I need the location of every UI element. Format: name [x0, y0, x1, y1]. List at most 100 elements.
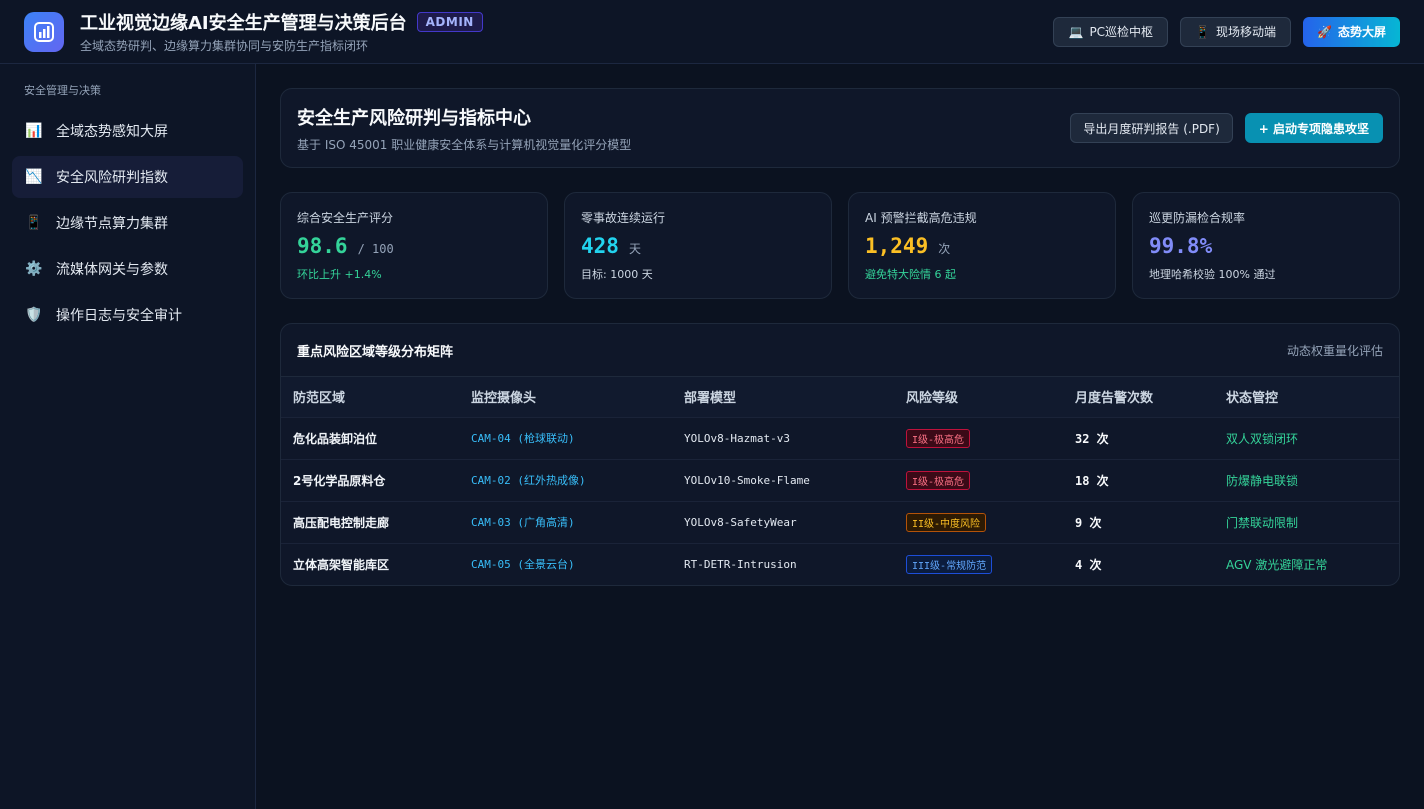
bar-chart-icon: [34, 21, 54, 42]
sidebar-item-label: 边缘节点算力集群: [56, 216, 168, 232]
risk-matrix-panel: 重点风险区域等级分布矩阵 动态权重量化评估 防范区域 监控摄像头 部署模型 风险…: [280, 323, 1400, 586]
kpi-unit: 次: [938, 242, 951, 256]
zone-cell: 2号化学品原料仓: [281, 458, 459, 501]
device-icon: 📱: [25, 215, 43, 231]
bar-chart-icon: 📊: [25, 123, 43, 139]
kpi-value: 98.6: [297, 234, 348, 258]
kpi-value: 428: [581, 234, 619, 258]
camera-cell[interactable]: CAM-04 (枪球联动): [459, 416, 672, 459]
kpi-unit: / 100: [357, 242, 394, 256]
risk-cell: I级-极高危: [894, 416, 1063, 459]
kpi-card-patrol-compliance: 巡更防漏检合规率 99.8% 地理哈希校验 100% 通过: [1132, 192, 1400, 299]
control-status-cell: AGV 激光避障正常: [1214, 542, 1399, 585]
sidebar-item-edge-cluster[interactable]: 📱 边缘节点算力集群: [12, 202, 243, 244]
zone-cell: 立体高架智能库区: [281, 542, 459, 585]
kpi-label: AI 预警拦截高危违规: [865, 211, 977, 225]
laptop-icon: 💻: [1068, 24, 1084, 39]
control-status-cell: 防爆静电联锁: [1214, 458, 1399, 501]
table-row[interactable]: 立体高架智能库区 CAM-05 (全景云台) RT-DETR-Intrusion II…: [281, 542, 1399, 585]
pc-patrol-button[interactable]: 💻 PC巡检中枢: [1053, 16, 1169, 47]
kpi-value: 99.8%: [1149, 234, 1213, 258]
app-title: 工业视觉边缘AI安全生产管理与决策后台: [80, 13, 407, 34]
app-logo: [24, 11, 64, 52]
model-cell: YOLOv8-Hazmat-v3: [672, 416, 894, 459]
kpi-row: 综合安全生产评分 98.6 / 100 环比上升 +1.4% 零事故连续运行 4…: [280, 192, 1400, 299]
kpi-note: 目标: 1000 天: [581, 268, 653, 281]
sidebar-item-stream-gateway[interactable]: ⚙️ 流媒体网关与参数: [12, 248, 243, 290]
kpi-unit: 天: [628, 242, 641, 256]
kpi-card-zero-accident: 零事故连续运行 428 天 目标: 1000 天: [564, 192, 832, 299]
alert-count-cell: 32 次: [1063, 416, 1214, 459]
matrix-title: 重点风险区域等级分布矩阵: [297, 344, 454, 360]
control-status-cell: 门禁联动限制: [1214, 500, 1399, 543]
sidebar-item-audit-log[interactable]: 🛡️ 操作日志与安全审计: [12, 294, 243, 336]
pc-patrol-label: PC巡检中枢: [1089, 25, 1154, 39]
sidebar-item-situation-screen[interactable]: 📊 全域态势感知大屏: [12, 110, 243, 152]
kpi-value: 1,249: [865, 234, 929, 258]
sidebar-item-risk-index[interactable]: 📉 安全风险研判指数: [12, 156, 243, 198]
matrix-tag: 动态权重量化评估: [1286, 343, 1383, 358]
alert-count-cell: 4 次: [1063, 542, 1214, 585]
risk-badge: II级-中度风险: [906, 512, 987, 532]
kpi-note: 避免特大险情 6 起: [865, 268, 956, 281]
zone-cell: 危化品装卸泊位: [281, 416, 459, 459]
big-screen-button[interactable]: 🚀 态势大屏: [1303, 16, 1400, 47]
trend-down-icon: 📉: [25, 169, 43, 185]
zone-cell: 高压配电控制走廊: [281, 500, 459, 543]
table-row[interactable]: 2号化学品原料仓 CAM-02 (红外热成像) YOLOv10-Smoke-Flam…: [281, 458, 1399, 501]
column-header: 防范区域: [281, 377, 459, 417]
column-header: 月度告警次数: [1063, 377, 1214, 417]
camera-cell[interactable]: CAM-05 (全景云台): [459, 542, 672, 585]
table-row[interactable]: 高压配电控制走廊 CAM-03 (广角高清) YOLOv8-SafetyWear II…: [281, 500, 1399, 543]
mobile-icon: 📱: [1195, 24, 1211, 39]
kpi-card-ai-intercept: AI 预警拦截高危违规 1,249 次 避免特大险情 6 起: [848, 192, 1116, 299]
risk-cell: I级-极高危: [894, 458, 1063, 501]
column-header: 部署模型: [672, 377, 894, 417]
alert-count-cell: 18 次: [1063, 458, 1214, 501]
risk-badge: III级-常规防范: [906, 554, 993, 574]
column-header: 状态管控: [1214, 377, 1399, 417]
risk-badge: I级-极高危: [906, 470, 971, 490]
kpi-label: 综合安全生产评分: [297, 211, 394, 225]
alert-count-cell: 9 次: [1063, 500, 1214, 543]
risk-cell: II级-中度风险: [894, 500, 1063, 543]
model-cell: YOLOv8-SafetyWear: [672, 500, 894, 543]
launch-campaign-button[interactable]: + 启动专项隐患攻坚: [1244, 113, 1383, 143]
kpi-label: 零事故连续运行: [581, 211, 666, 225]
risk-badge: I级-极高危: [906, 428, 971, 448]
panel-header: 安全生产风险研判与指标中心 基于 ISO 45001 职业健康安全体系与计算机视…: [280, 88, 1400, 168]
admin-badge: ADMIN: [416, 12, 483, 32]
rocket-icon: 🚀: [1317, 24, 1332, 39]
mobile-site-button[interactable]: 📱 现场移动端: [1180, 16, 1292, 47]
kpi-card-safety-score: 综合安全生产评分 98.6 / 100 环比上升 +1.4%: [280, 192, 548, 299]
shield-icon: 🛡️: [25, 307, 43, 323]
sidebar-item-label: 操作日志与安全审计: [56, 308, 182, 324]
app-subtitle: 全域态势研判、边缘算力集群协同与安防生产指标闭环: [80, 39, 369, 53]
kpi-note: 地理哈希校验 100% 通过: [1149, 268, 1276, 281]
sidebar-section-title: 安全管理与决策: [24, 84, 101, 97]
sidebar-item-label: 流媒体网关与参数: [56, 262, 168, 278]
gear-icon: ⚙️: [25, 261, 43, 277]
risk-matrix-table: 防范区域 监控摄像头 部署模型 风险等级 月度告警次数 状态管控 危化品装卸泊位…: [281, 377, 1399, 585]
page-subtitle: 基于 ISO 45001 职业健康安全体系与计算机视觉量化评分模型: [297, 137, 632, 152]
model-cell: YOLOv10-Smoke-Flame: [672, 458, 894, 501]
camera-cell[interactable]: CAM-02 (红外热成像): [459, 458, 672, 501]
kpi-note: 环比上升 +1.4%: [297, 268, 382, 281]
risk-cell: III级-常规防范: [894, 542, 1063, 585]
model-cell: RT-DETR-Intrusion: [672, 542, 894, 585]
app-header: 工业视觉边缘AI安全生产管理与决策后台 ADMIN 全域态势研判、边缘算力集群协…: [0, 0, 1424, 64]
table-row[interactable]: 危化品装卸泊位 CAM-04 (枪球联动) YOLOv8-Hazmat-v3 I级-极…: [281, 416, 1399, 459]
page-title: 安全生产风险研判与指标中心: [297, 107, 531, 129]
export-report-button[interactable]: 导出月度研判报告 (.PDF): [1070, 113, 1233, 143]
sidebar: 安全管理与决策 📊 全域态势感知大屏 📉 安全风险研判指数 📱 边缘节点算力集群…: [0, 64, 256, 809]
camera-cell[interactable]: CAM-03 (广角高清): [459, 500, 672, 543]
big-screen-label: 态势大屏: [1337, 25, 1386, 39]
control-status-cell: 双人双锁闭环: [1214, 416, 1399, 459]
mobile-site-label: 现场移动端: [1216, 25, 1277, 39]
sidebar-item-label: 全域态势感知大屏: [56, 124, 168, 140]
column-header: 监控摄像头: [459, 377, 672, 417]
kpi-label: 巡更防漏检合规率: [1149, 211, 1246, 225]
column-header: 风险等级: [894, 377, 1063, 417]
sidebar-item-label: 安全风险研判指数: [56, 170, 168, 186]
main-content: 安全生产风险研判与指标中心 基于 ISO 45001 职业健康安全体系与计算机视…: [280, 88, 1400, 586]
